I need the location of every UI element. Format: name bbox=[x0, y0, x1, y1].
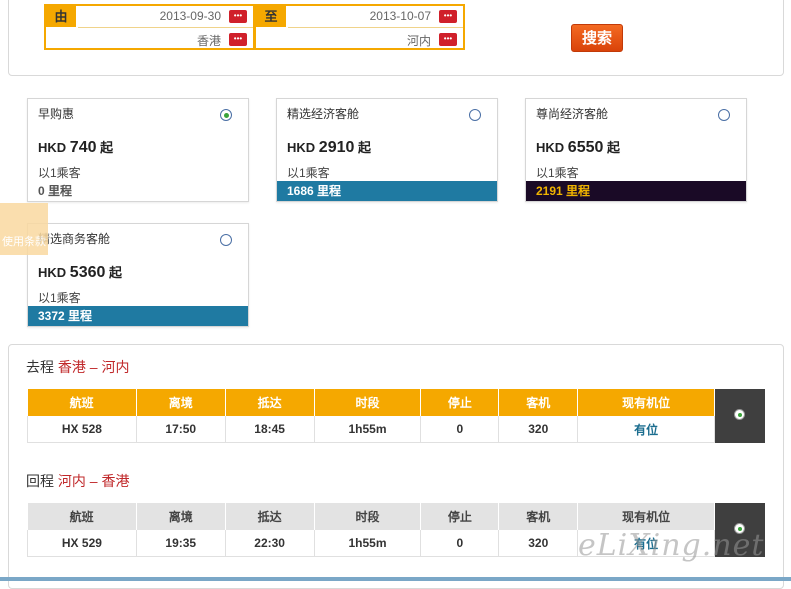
col-aircraft: 客机 bbox=[498, 503, 579, 530]
fare-card-select-economy[interactable]: 精选经济客舱 HKD 2910 起 以1乘客 1686 里程 bbox=[276, 98, 498, 202]
aircraft: 320 bbox=[498, 416, 579, 443]
fare-name: 精选经济客舱 bbox=[287, 107, 360, 121]
col-depart: 离境 bbox=[136, 503, 226, 530]
availability: 有位 bbox=[577, 416, 715, 443]
return-title: 回程 河内 – 香港 bbox=[26, 473, 130, 489]
aircraft: 320 bbox=[498, 530, 579, 557]
fare-pax: 以1乘客 bbox=[38, 291, 81, 305]
outbound-select[interactable] bbox=[715, 389, 765, 443]
radio-icon[interactable] bbox=[718, 109, 730, 121]
calendar-icon[interactable]: ••• bbox=[229, 33, 247, 46]
to-tag: 至 bbox=[256, 6, 286, 27]
col-flight: 航班 bbox=[27, 503, 137, 530]
calendar-icon[interactable]: ••• bbox=[439, 33, 457, 46]
col-duration: 时段 bbox=[314, 389, 422, 416]
col-aircraft: 客机 bbox=[498, 389, 579, 416]
col-arrive: 抵达 bbox=[225, 503, 315, 530]
col-stops: 停止 bbox=[420, 389, 500, 416]
flight-number: HX 529 bbox=[27, 530, 137, 557]
depart-date-value: 2013-09-30 bbox=[159, 9, 221, 23]
radio-selected-icon[interactable] bbox=[220, 109, 232, 121]
fare-miles: 1686 里程 bbox=[277, 181, 497, 201]
col-depart: 离境 bbox=[136, 389, 226, 416]
col-availability: 现有机位 bbox=[577, 503, 715, 530]
fare-price: HKD 6550 起 bbox=[536, 139, 621, 156]
col-arrive: 抵达 bbox=[225, 389, 315, 416]
calendar-icon[interactable]: ••• bbox=[439, 10, 457, 23]
col-duration: 时段 bbox=[314, 503, 422, 530]
stops: 0 bbox=[420, 530, 500, 557]
departure-box: 由 2013-09-30 ••• 香港 ••• bbox=[44, 4, 255, 50]
fare-pax: 以1乘客 bbox=[38, 166, 81, 180]
radio-selected-icon[interactable] bbox=[734, 409, 745, 420]
fare-name: 早购惠 bbox=[38, 107, 75, 121]
duration: 1h55m bbox=[313, 416, 422, 443]
radio-icon[interactable] bbox=[220, 234, 232, 246]
col-flight: 航班 bbox=[27, 389, 137, 416]
arrive-time: 22:30 bbox=[224, 530, 315, 557]
return-date-value: 2013-10-07 bbox=[369, 9, 431, 23]
fare-card-early-bird[interactable]: 早购惠 HKD 740 起 以1乘客 0 里程 bbox=[27, 98, 249, 202]
fare-pax: 以1乘客 bbox=[287, 166, 330, 180]
fare-card-premium-economy[interactable]: 尊尚经济客舱 HKD 6550 起 以1乘客 2191 里程 bbox=[525, 98, 747, 202]
depart-time: 19:35 bbox=[135, 530, 226, 557]
search-button[interactable]: 搜索 bbox=[571, 24, 623, 52]
fare-miles: 0 里程 bbox=[38, 184, 73, 198]
flight-number: HX 528 bbox=[27, 416, 137, 443]
origin-value[interactable]: 香港 bbox=[197, 32, 221, 49]
fare-miles: 3372 里程 bbox=[28, 306, 248, 326]
fare-name: 精选商务客舱 bbox=[38, 232, 111, 246]
radio-icon[interactable] bbox=[469, 109, 481, 121]
watermark: eLiXing.net bbox=[578, 528, 765, 563]
destination-value[interactable]: 河内 bbox=[407, 32, 431, 49]
arrive-time: 18:45 bbox=[224, 416, 315, 443]
fare-price: HKD 5360 起 bbox=[38, 264, 123, 281]
fare-pax: 以1乘客 bbox=[536, 166, 579, 180]
outbound-title: 去程 香港 – 河内 bbox=[26, 359, 130, 375]
calendar-icon[interactable]: ••• bbox=[229, 10, 247, 23]
fare-price: HKD 740 起 bbox=[38, 139, 114, 156]
terms-side-tab[interactable]: 使用条款 bbox=[0, 203, 48, 255]
table-header: 航班 离境 抵达 时段 停止 客机 现有机位 bbox=[27, 389, 715, 416]
fare-price: HKD 2910 起 bbox=[287, 139, 372, 156]
fare-name: 尊尚经济客舱 bbox=[536, 107, 609, 121]
duration: 1h55m bbox=[313, 530, 422, 557]
col-stops: 停止 bbox=[420, 503, 500, 530]
terms-side-tab-label: 使用条款 bbox=[2, 236, 46, 248]
outbound-flight-table: 航班 离境 抵达 时段 停止 客机 现有机位 HX 528 17:50 18:4… bbox=[27, 389, 715, 443]
from-tag: 由 bbox=[46, 6, 76, 27]
fare-card-select-business[interactable]: 精选商务客舱 HKD 5360 起 以1乘客 3372 里程 bbox=[27, 223, 249, 327]
bottom-divider bbox=[0, 577, 791, 581]
table-header: 航班 离境 抵达 时段 停止 客机 现有机位 bbox=[27, 503, 715, 530]
return-box: 至 2013-10-07 ••• 河内 ••• bbox=[254, 4, 465, 50]
depart-time: 17:50 bbox=[135, 416, 226, 443]
table-row[interactable]: HX 528 17:50 18:45 1h55m 0 320 有位 bbox=[27, 416, 715, 443]
fare-miles: 2191 里程 bbox=[526, 181, 746, 201]
col-availability: 现有机位 bbox=[577, 389, 715, 416]
stops: 0 bbox=[420, 416, 500, 443]
